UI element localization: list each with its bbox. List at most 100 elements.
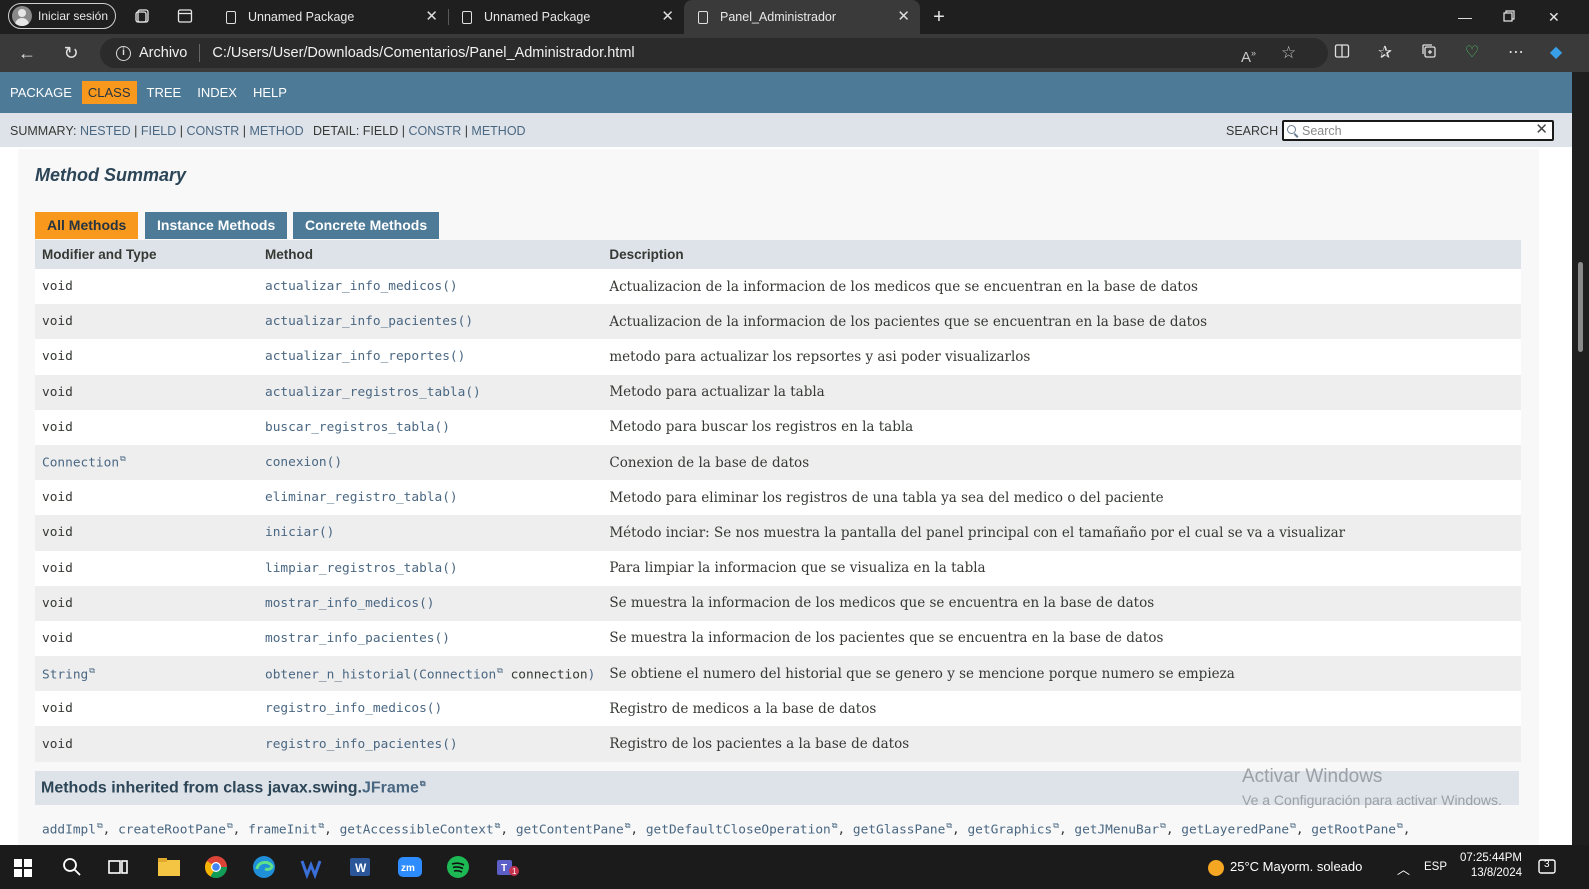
start-windows-icon[interactable]	[14, 859, 32, 877]
collections-icon[interactable]	[1419, 43, 1439, 63]
method-name: eliminar_registro_tabla	[265, 490, 443, 506]
summary-constr-link[interactable]: CONSTR	[186, 124, 239, 138]
close-tab-icon[interactable]: ✕	[425, 8, 438, 26]
close-window-icon[interactable]: ✕	[1548, 8, 1560, 26]
method-cell: actualizar_info_pacientes()	[258, 304, 603, 340]
refresh-icon[interactable]: ↻	[61, 43, 81, 63]
spotify-icon[interactable]	[446, 855, 472, 879]
param-type-link[interactable]: Connection	[419, 667, 496, 682]
profile-button[interactable]: Iniciar sesión	[8, 3, 116, 29]
method-link[interactable]: conexion()	[265, 455, 342, 470]
minimize-icon[interactable]: —	[1458, 8, 1472, 26]
modifier-type-cell: void	[35, 374, 258, 410]
browser-tab-active[interactable]: Panel_Administrador ✕	[684, 0, 920, 34]
inherited-method-link[interactable]: addImpl	[42, 822, 96, 837]
method-link[interactable]: eliminar_registro_tabla()	[265, 490, 458, 505]
method-link[interactable]: iniciar()	[265, 525, 334, 540]
teams-web-icon[interactable]	[300, 855, 326, 880]
weather-widget[interactable]: 25°C Mayorm. soleado	[1208, 859, 1362, 876]
inherited-method-link[interactable]: getContentPane	[516, 822, 624, 837]
new-tab-icon[interactable]: +	[930, 7, 948, 27]
info-icon[interactable]: i	[116, 45, 131, 61]
method-link[interactable]: limpiar_registros_tabla()	[265, 561, 458, 576]
inherited-method-link[interactable]: getLayeredPane	[1181, 822, 1289, 837]
detail-method-link[interactable]: METHOD	[471, 124, 525, 138]
nav-index[interactable]: INDEX	[191, 80, 243, 105]
summary-method-link[interactable]: METHOD	[249, 124, 303, 138]
return-type-link[interactable]: Connection	[42, 456, 119, 471]
zoom-icon[interactable]: zm	[397, 855, 423, 879]
more-options-icon[interactable]: ⋯	[1506, 43, 1526, 63]
page-scrollbar[interactable]	[1572, 72, 1589, 845]
inherited-method-link[interactable]: getJMenuBar	[1074, 822, 1159, 837]
inherited-method-link[interactable]: getGraphics	[967, 822, 1052, 837]
inherited-method-link[interactable]: getAccessibleContext	[340, 822, 494, 837]
tab-instance-methods[interactable]: Instance Methods	[145, 212, 288, 239]
tab-all-methods[interactable]: All Methods	[35, 212, 139, 239]
favorite-star-icon[interactable]: ☆	[1281, 44, 1296, 62]
inherited-method-link[interactable]: getRootPane	[1311, 822, 1396, 837]
search-box[interactable]: ✕	[1282, 120, 1554, 141]
browser-essentials-icon[interactable]: ♡	[1462, 43, 1482, 63]
workspaces-icon[interactable]	[134, 8, 152, 26]
tab-concrete-methods[interactable]: Concrete Methods	[293, 212, 440, 239]
browser-tab[interactable]: Unnamed Package ✕	[212, 0, 449, 34]
read-aloud-icon[interactable]: A»	[1241, 44, 1256, 67]
method-link[interactable]: mostrar_info_medicos()	[265, 596, 435, 611]
return-type: void	[42, 419, 73, 435]
method-link[interactable]: registro_info_medicos()	[265, 701, 442, 716]
restore-icon[interactable]	[1503, 8, 1515, 26]
jframe-link[interactable]: JFrame	[362, 779, 419, 796]
nav-tree[interactable]: TREE	[141, 80, 188, 105]
copilot-icon[interactable]: ◆	[1546, 43, 1566, 63]
teams-icon[interactable]: T1	[494, 855, 520, 879]
address-bar[interactable]: i Archivo C:/Users/User/Downloads/Coment…	[100, 38, 1328, 68]
scrollbar-thumb[interactable]	[1578, 262, 1583, 352]
clock[interactable]: 07:25:44PM 13/8/2024	[1458, 852, 1522, 879]
word-icon[interactable]: W	[348, 855, 374, 879]
notification-icon[interactable]: 3	[1537, 857, 1557, 880]
method-link[interactable]: actualizar_info_medicos()	[265, 279, 458, 294]
detail-constr-link[interactable]: CONSTR	[408, 124, 461, 138]
favorites-icon[interactable]: ✰	[1375, 43, 1395, 63]
browser-tab[interactable]: Unnamed Package ✕	[448, 0, 684, 34]
search-input[interactable]	[1302, 123, 1532, 138]
tab-actions-icon[interactable]	[176, 8, 194, 26]
nav-class[interactable]: CLASS	[81, 81, 137, 104]
nav-help[interactable]: HELP	[247, 80, 293, 105]
method-link[interactable]: obtener_n_historial(	[265, 667, 419, 682]
search-taskbar-icon[interactable]	[60, 855, 86, 879]
inherited-method-link[interactable]: getGlassPane	[853, 822, 945, 837]
inherited-method-link[interactable]: frameInit	[248, 822, 317, 837]
return-type-link[interactable]: String	[42, 667, 88, 682]
close-tab-icon[interactable]: ✕	[897, 8, 910, 26]
method-link[interactable]: actualizar_info_pacientes()	[265, 314, 473, 329]
back-icon[interactable]: ←	[17, 43, 37, 63]
method-link[interactable]: actualizar_registros_tabla()	[265, 385, 481, 400]
clear-search-icon[interactable]: ✕	[1535, 121, 1548, 138]
language-indicator[interactable]: ESP	[1424, 861, 1447, 873]
method-link[interactable]: actualizar_info_reportes()	[265, 349, 465, 364]
method-cell: buscar_registros_tabla()	[258, 409, 603, 445]
inherited-method-link[interactable]: getDefaultCloseOperation	[646, 822, 831, 837]
chevron-up-icon[interactable]: ︿	[1397, 859, 1410, 878]
inherited-method-link[interactable]: createRootPane	[118, 822, 226, 837]
split-screen-icon[interactable]	[1332, 43, 1352, 63]
method-link[interactable]: mostrar_info_pacientes()	[265, 631, 450, 646]
edge-icon[interactable]	[252, 855, 278, 879]
summary-field-link[interactable]: FIELD	[141, 124, 176, 138]
nav-package[interactable]: PACKAGE	[4, 80, 78, 105]
summary-nested-link[interactable]: NESTED	[80, 124, 131, 138]
method-link[interactable]: registro_info_pacientes()	[265, 737, 458, 752]
url-text[interactable]: C:/Users/User/Downloads/Comentarios/Pane…	[212, 45, 634, 61]
close-tab-icon[interactable]: ✕	[661, 8, 674, 26]
external-link-icon: ⧉	[831, 821, 838, 830]
page-icon	[226, 10, 236, 24]
tab-title: Panel_Administrador	[720, 10, 837, 24]
task-view-icon[interactable]	[106, 855, 132, 879]
method-link-close[interactable]: )	[588, 667, 596, 682]
chrome-icon[interactable]	[204, 855, 230, 879]
inherited-title-prefix: Methods inherited from class javax.swing…	[41, 779, 362, 797]
file-explorer-icon[interactable]	[156, 855, 182, 879]
method-link[interactable]: buscar_registros_tabla()	[265, 420, 450, 435]
